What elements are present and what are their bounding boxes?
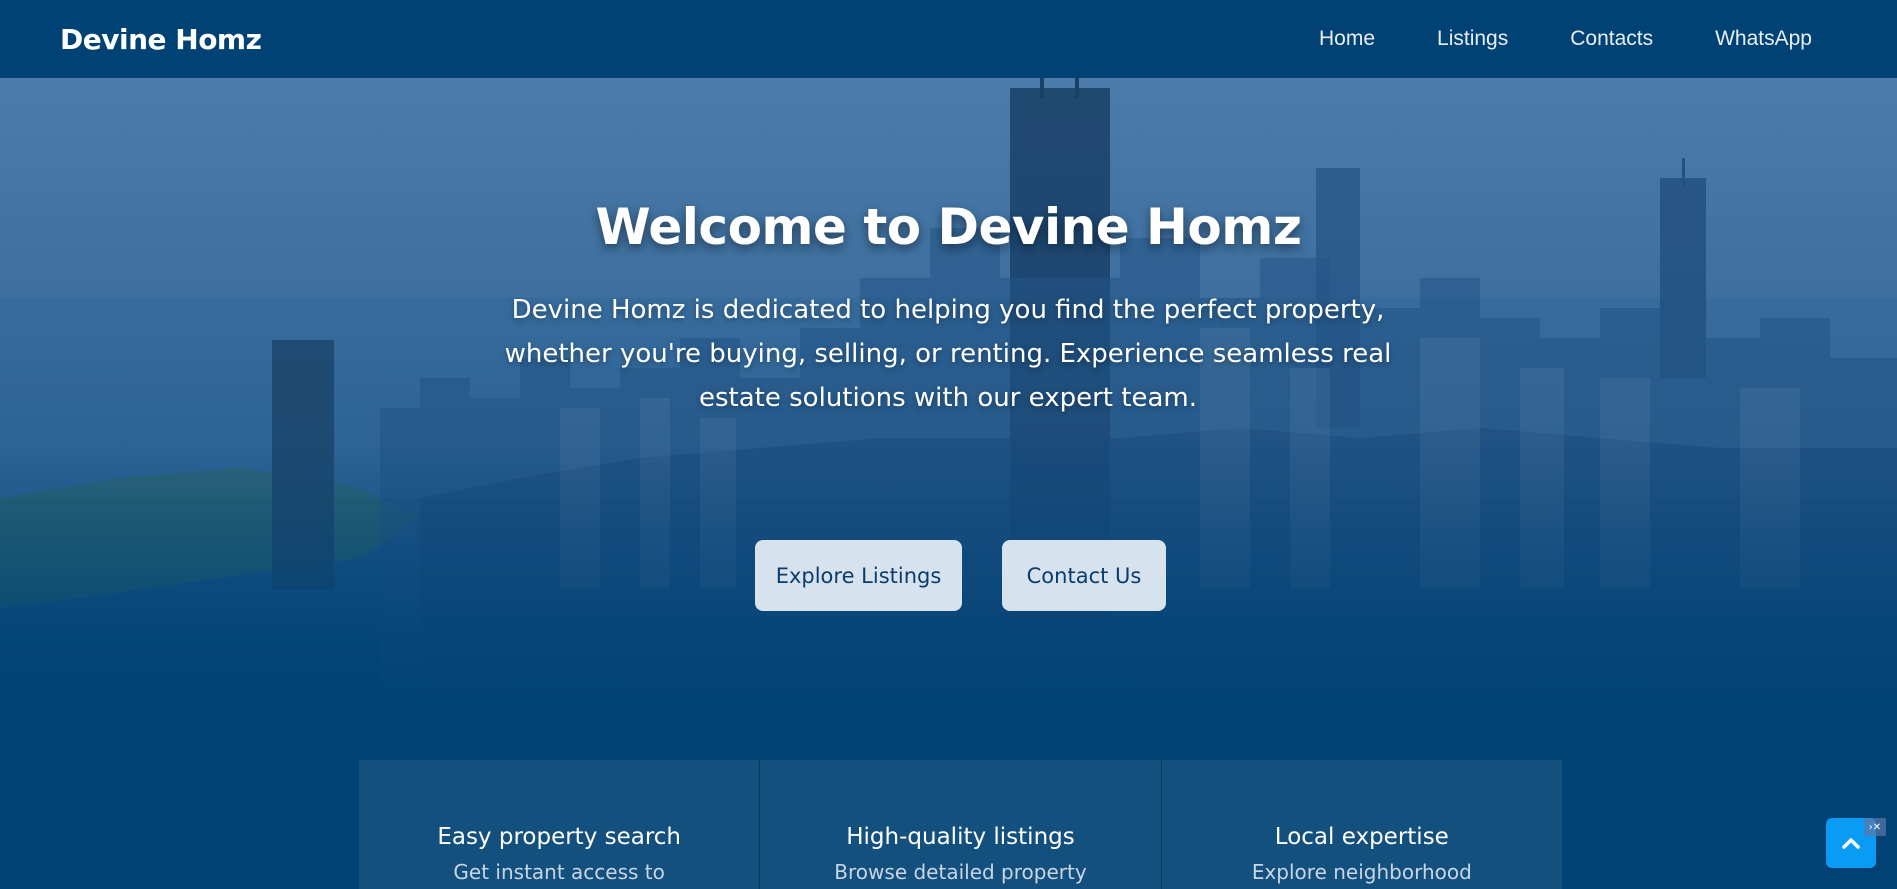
navbar: Devine Homz Home Listings Contacts Whats… [0,0,1897,78]
ad-close-badge[interactable]: ›✕ [1864,818,1886,836]
chevron-up-icon [1842,838,1860,849]
feature-description: Explore neighborhood [1251,860,1472,884]
nav-link-home[interactable]: Home [1319,27,1375,51]
explore-listings-button[interactable]: Explore Listings [755,540,962,611]
feature-title: Easy property search [437,824,682,850]
feature-card-easy-search: Easy property search Get instant access … [359,760,761,889]
nav-links: Home Listings Contacts WhatsApp [1257,27,1812,51]
features-section: Easy property search Get instant access … [359,760,1562,889]
hero-description: Devine Homz is dedicated to helping you … [504,295,1392,413]
feature-card-local-expertise: Local expertise Explore neighborhood [1161,760,1562,889]
brand-logo[interactable]: Devine Homz [60,23,262,56]
nav-link-whatsapp[interactable]: WhatsApp [1715,27,1812,51]
feature-description: Get instant access to [453,860,665,884]
feature-card-quality-listings: High-quality listings Browse detailed pr… [760,760,1162,889]
feature-title: High-quality listings [846,824,1075,850]
nav-link-contacts[interactable]: Contacts [1570,27,1653,51]
contact-us-button[interactable]: Contact Us [1002,540,1166,611]
nav-link-listings[interactable]: Listings [1437,27,1508,51]
feature-description: Browse detailed property [834,860,1087,884]
hero-title: Welcome to Devine Homz [595,198,1302,256]
feature-title: Local expertise [1274,824,1449,850]
